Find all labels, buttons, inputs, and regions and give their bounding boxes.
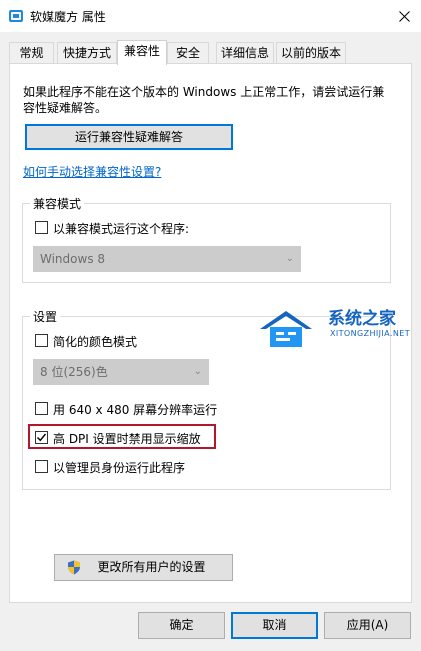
manual-settings-link[interactable]: 如何手动选择兼容性设置? — [23, 163, 161, 180]
tab-general[interactable]: 常规 — [9, 42, 54, 63]
close-button[interactable] — [388, 0, 421, 32]
tab-security[interactable]: 安全 — [167, 42, 209, 63]
admin-label: 以管理员身份运行此程序 — [53, 461, 186, 475]
change-all-users-label: 更改所有用户的设置 — [97, 560, 206, 574]
tab-details[interactable]: 详细信息 — [216, 42, 274, 63]
admin-checkbox[interactable] — [35, 460, 48, 473]
watermark-logo — [256, 305, 326, 351]
tab-compatibility[interactable]: 兼容性 — [117, 40, 167, 65]
apply-button[interactable]: 应用(A) — [324, 612, 411, 639]
check-icon — [37, 433, 47, 442]
chevron-down-icon: ⌄ — [193, 366, 202, 377]
reduced-color-label: 简化的颜色模式 — [53, 335, 138, 349]
intro-text-line1: 如果此程序不能在这个版本的 Windows 上正常工作，请尝试运行兼 — [23, 85, 385, 99]
dpi-checkbox[interactable] — [35, 431, 48, 444]
watermark-subtext: XITONGZHIJIA.NET — [330, 329, 410, 338]
compat-mode-group-label: 兼容模式 — [30, 195, 85, 212]
tab-previous-versions[interactable]: 以前的版本 — [276, 42, 346, 63]
run-troubleshooter-button[interactable]: 运行兼容性疑难解答 — [25, 124, 233, 150]
color-mode-select-value: 8 位(256)色 — [40, 365, 108, 379]
ok-button[interactable]: 确定 — [138, 612, 225, 639]
res-640-label: 用 640 x 480 屏幕分辨率运行 — [53, 403, 218, 417]
compat-mode-checkbox-label: 以兼容模式运行这个程序: — [53, 222, 190, 236]
tab-shortcut[interactable]: 快捷方式 — [57, 42, 117, 63]
intro-text-line2: 容性疑难解答。 — [23, 101, 108, 115]
os-version-select[interactable]: Windows 8 ⌄ — [33, 246, 301, 272]
settings-group-label: 设置 — [30, 308, 61, 325]
change-all-users-button[interactable]: 更改所有用户的设置 — [54, 554, 233, 581]
watermark-text: 系统之家 — [328, 309, 396, 329]
res-640-checkbox[interactable] — [35, 402, 48, 415]
reduced-color-checkbox[interactable] — [35, 334, 48, 347]
window-title: 软媒魔方 属性 — [30, 10, 106, 24]
cancel-button[interactable]: 取消 — [231, 612, 318, 639]
shield-icon — [68, 560, 80, 575]
os-version-select-value: Windows 8 — [40, 252, 106, 266]
dpi-label: 高 DPI 设置时禁用显示缩放 — [53, 432, 201, 446]
compat-mode-checkbox[interactable] — [35, 221, 48, 234]
close-icon — [399, 10, 410, 22]
app-icon — [8, 8, 24, 24]
chevron-down-icon: ⌄ — [285, 253, 294, 264]
color-mode-select[interactable]: 8 位(256)色 ⌄ — [33, 359, 209, 385]
